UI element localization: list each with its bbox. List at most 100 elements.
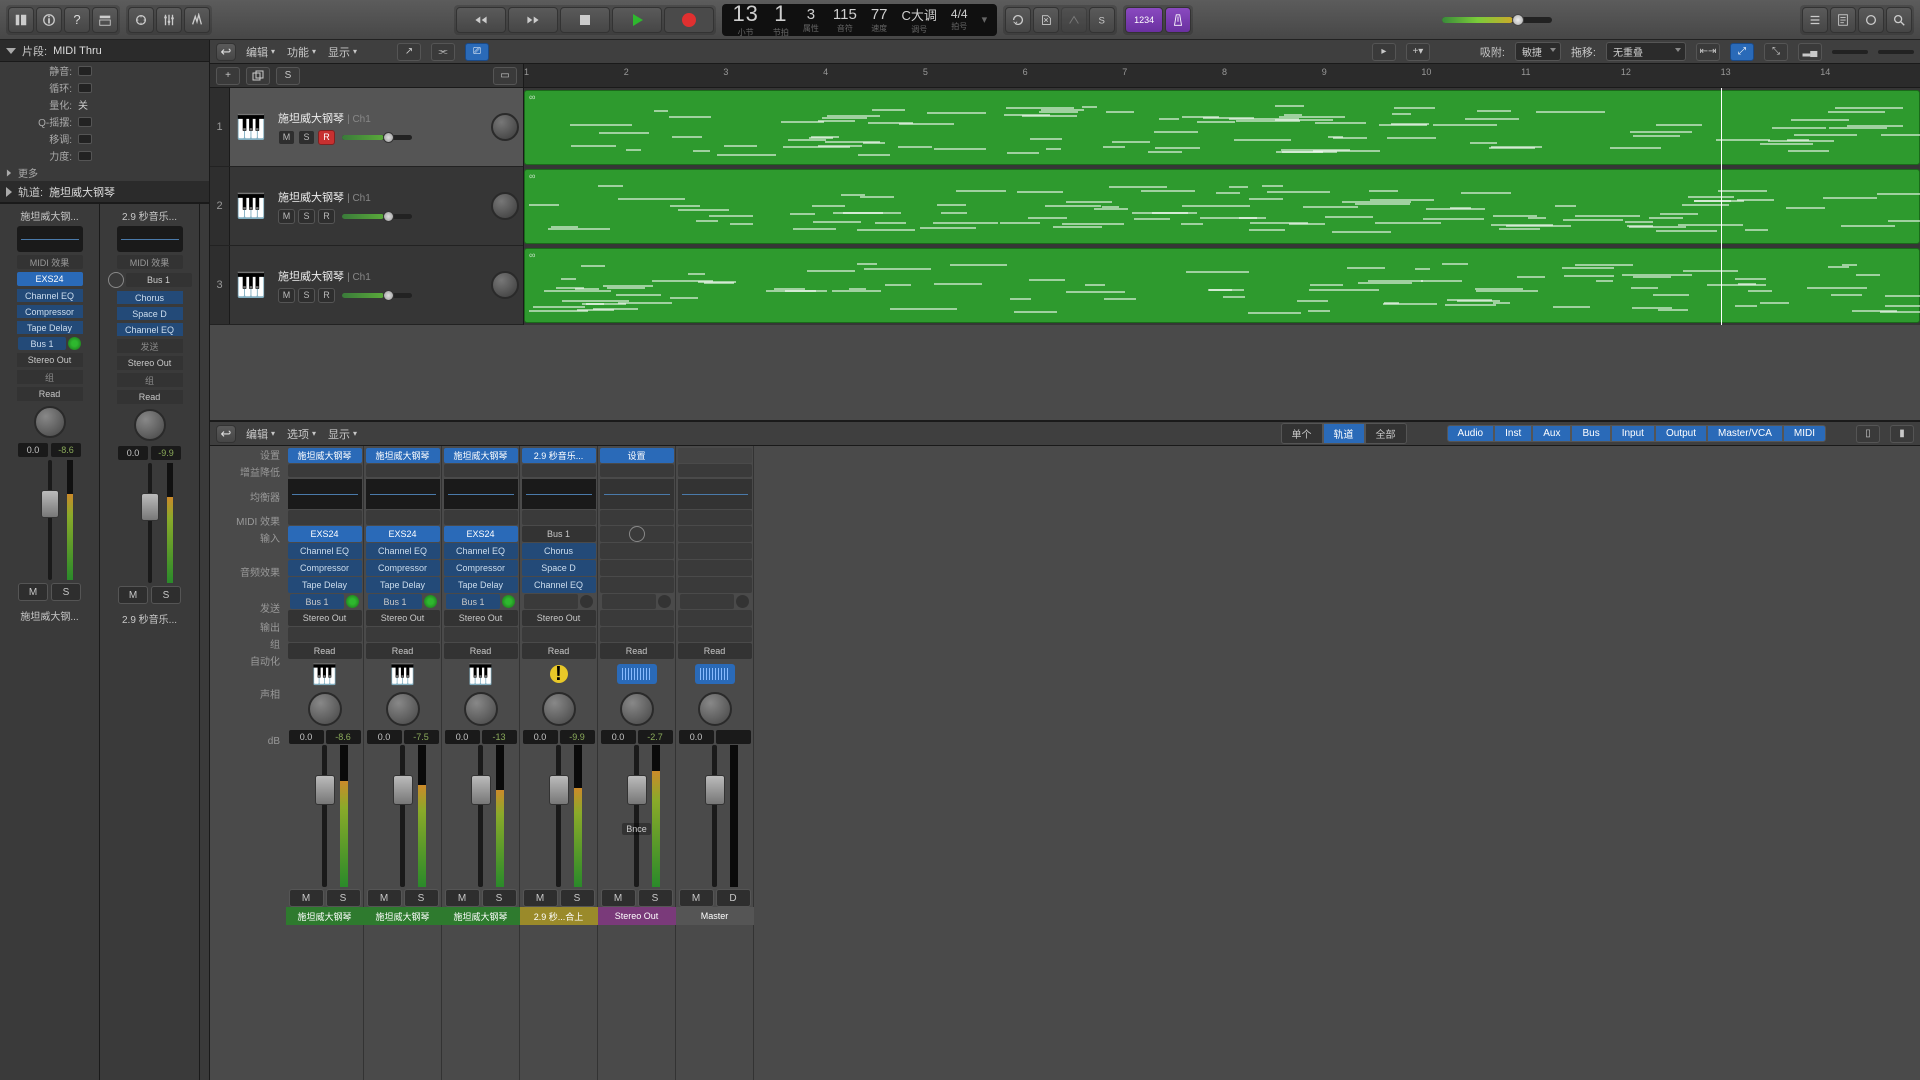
solo-button[interactable]: S (298, 288, 315, 303)
mixer-type-tab[interactable]: Aux (1532, 425, 1571, 442)
db-value[interactable]: 0.0 (18, 443, 48, 457)
track-header[interactable]: 3 🎹 施坦威大钢琴 | Ch1 M S R (210, 246, 523, 325)
mixer-view-tab[interactable]: 单个 (1281, 423, 1323, 444)
rewind-button[interactable] (456, 7, 506, 33)
fx-slot[interactable]: Channel EQ (366, 543, 440, 559)
pan-knob[interactable] (308, 692, 342, 726)
strip-name[interactable]: Master (676, 907, 754, 925)
fx-slot[interactable]: Compressor (17, 305, 83, 318)
play-button[interactable] (612, 7, 662, 33)
help-icon[interactable]: ? (64, 7, 90, 33)
inspector-row[interactable]: 量化:关 (0, 96, 209, 113)
mute-button[interactable]: M (118, 586, 148, 604)
lcd-display[interactable]: 13小节 1节拍 3属性 115音符 77速度 C大调调号 4/4拍号 ▾ (722, 4, 997, 36)
fader[interactable]: Bnce (600, 745, 674, 887)
fx-slot[interactable]: Chorus (117, 291, 183, 304)
input-slot[interactable]: Bus 1 (522, 526, 596, 542)
mute-button[interactable]: M (367, 889, 402, 907)
zoom-h-icon[interactable]: ⤡ (1764, 43, 1788, 61)
inspector-row[interactable]: 移调: (0, 130, 209, 147)
strip-setting[interactable]: 设置 (600, 448, 674, 463)
library-icon[interactable] (8, 7, 34, 33)
strip-name[interactable]: 施坦威大钢琴 (442, 907, 520, 925)
peak-value[interactable]: -9.9 (151, 446, 181, 460)
mixer-menu[interactable]: 显示 ▾ (328, 426, 357, 442)
fx-slot[interactable]: Tape Delay (288, 577, 362, 593)
solo-button[interactable]: S (298, 209, 315, 224)
drag-select[interactable]: 无重叠 (1606, 42, 1686, 61)
scroll-icon[interactable]: ⇤⇥ (1696, 43, 1720, 61)
fx-slot[interactable]: Space D (117, 307, 183, 320)
mixer-type-tab[interactable]: Audio (1447, 425, 1495, 442)
db-value[interactable]: 0.0 (445, 730, 480, 744)
midi-region[interactable]: ∞ (524, 248, 1920, 323)
solo-button[interactable]: S (51, 583, 81, 601)
strip-setting[interactable]: 施坦威大钢琴 (288, 448, 362, 463)
fx-slot[interactable]: Compressor (444, 560, 518, 576)
cycle-icon[interactable] (1005, 7, 1031, 33)
fx-slot[interactable]: Compressor (366, 560, 440, 576)
group-slot[interactable]: 组 (17, 370, 83, 384)
db-value[interactable]: 0.0 (289, 730, 324, 744)
midi-region[interactable]: ∞ (524, 90, 1920, 165)
mixer-narrow-icon[interactable]: ▮ (1890, 425, 1914, 443)
eq-thumbnail[interactable] (600, 479, 674, 509)
automation-mode[interactable]: Read (366, 643, 440, 659)
list-editors-icon[interactable] (1802, 7, 1828, 33)
input-slot[interactable]: EXS24 (444, 526, 518, 542)
arrange-menu[interactable]: 显示 ▾ (328, 44, 357, 60)
peak-value[interactable]: -9.9 (560, 730, 595, 744)
track-config-icon[interactable]: ▭ (493, 67, 517, 85)
instrument-slot[interactable]: Bus 1 (126, 273, 192, 287)
track-volume-slider[interactable] (342, 135, 412, 140)
record-enable-button[interactable]: R (318, 288, 335, 303)
send-knob[interactable] (346, 595, 359, 608)
eq-thumbnail[interactable] (444, 479, 518, 509)
bounce-button[interactable]: Bnce (622, 823, 651, 835)
fx-slot[interactable]: Compressor (288, 560, 362, 576)
fx-slot[interactable]: Channel EQ (288, 543, 362, 559)
solo-button[interactable]: S (560, 889, 595, 907)
duplicate-track-icon[interactable] (246, 67, 270, 85)
mute-button[interactable]: M (278, 130, 295, 145)
fader[interactable] (678, 745, 752, 887)
strip-setting[interactable]: 施坦威大钢琴 (366, 448, 440, 463)
pan-knob[interactable] (542, 692, 576, 726)
strip-name[interactable]: 2.9 秒...合上 (520, 907, 598, 925)
track-pan-knob[interactable] (491, 271, 519, 299)
eq-thumbnail[interactable] (17, 226, 83, 252)
editors-icon[interactable] (184, 7, 210, 33)
send-slot[interactable]: Bus 1 (368, 594, 422, 609)
db-value[interactable]: 0.0 (118, 446, 148, 460)
send-slot[interactable]: Bus 1 (18, 337, 66, 350)
db-value[interactable]: 0.0 (367, 730, 402, 744)
solo-button[interactable]: S (638, 889, 673, 907)
eq-thumbnail[interactable] (678, 479, 752, 509)
peak-value[interactable]: -8.6 (326, 730, 361, 744)
toolbar-icon[interactable] (92, 7, 118, 33)
replace-icon[interactable] (1033, 7, 1059, 33)
catch-icon[interactable]: ↗ (397, 43, 421, 61)
inspector-icon[interactable] (36, 7, 62, 33)
link-icon[interactable]: ⫘ (431, 43, 455, 61)
mixer-type-tab[interactable]: Bus (1571, 425, 1610, 442)
fx-slot[interactable]: Tape Delay (366, 577, 440, 593)
mute-button[interactable]: M (679, 889, 714, 907)
record-button[interactable] (664, 7, 714, 33)
automation-mode[interactable]: Read (678, 643, 752, 659)
regions-area[interactable]: ∞∞∞ (524, 88, 1920, 325)
automation-mode[interactable]: Read (288, 643, 362, 659)
midi-region[interactable]: ∞ (524, 169, 1920, 244)
group-slot[interactable]: 组 (117, 373, 183, 387)
automation-icon[interactable]: ⎚ (465, 43, 489, 61)
send-knob[interactable] (424, 595, 437, 608)
output-slot[interactable]: Stereo Out (117, 356, 183, 370)
automation-mode[interactable]: Read (522, 643, 596, 659)
solo-button[interactable]: S (151, 586, 181, 604)
mixer-type-tab[interactable]: Input (1611, 425, 1655, 442)
send-knob[interactable] (502, 595, 515, 608)
mixer-view-tab[interactable]: 轨道 (1323, 423, 1365, 444)
output-slot[interactable]: Stereo Out (17, 353, 83, 367)
inspector-row[interactable]: 力度: (0, 147, 209, 164)
eq-thumbnail[interactable] (117, 226, 183, 252)
